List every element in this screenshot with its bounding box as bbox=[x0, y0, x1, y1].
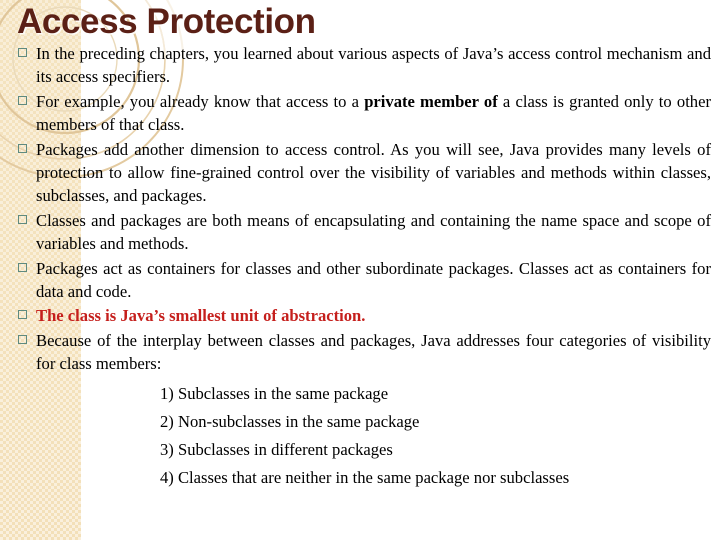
square-bullet-icon bbox=[18, 214, 27, 224]
square-bullet-icon bbox=[18, 48, 27, 57]
bullet-text: The class is Java’s smallest unit of abs… bbox=[36, 306, 366, 326]
list-item: Packages act as containers for classes a… bbox=[0, 257, 720, 304]
square-bullet-icon bbox=[18, 310, 27, 320]
square-bullet-icon bbox=[18, 334, 27, 344]
bullet-text: Packages add another dimension to access… bbox=[36, 139, 711, 206]
bullet-list: In the preceding chapters, you learned a… bbox=[0, 42, 720, 376]
list-item-highlighted: The class is Java’s smallest unit of abs… bbox=[0, 304, 720, 327]
bullet-text: For example, you already know that acces… bbox=[36, 91, 365, 111]
list-item: Classes and packages are both means of e… bbox=[0, 209, 720, 256]
numbered-list-item: 4) Classes that are neither in the same … bbox=[160, 467, 570, 487]
numbered-list: 1) Subclasses in the same package 2) Non… bbox=[0, 380, 720, 492]
bullet-text: Packages act as containers for classes a… bbox=[36, 258, 711, 302]
square-bullet-icon bbox=[18, 262, 27, 272]
list-item: In the preceding chapters, you learned a… bbox=[0, 42, 720, 89]
square-bullet-icon bbox=[18, 95, 27, 105]
slide-body: In the preceding chapters, you learned a… bbox=[0, 42, 720, 492]
bullet-text-bold: private member of bbox=[364, 91, 498, 111]
numbered-list-item: 2) Non-subclasses in the same package bbox=[160, 411, 420, 431]
numbered-list-item: 3) Subclasses in different packages bbox=[160, 439, 393, 459]
numbered-list-item: 1) Subclasses in the same package bbox=[160, 383, 389, 403]
list-item: For example, you already know that acces… bbox=[0, 90, 720, 137]
slide-canvas: Access Protection In the preceding chapt… bbox=[0, 0, 720, 540]
page-title: Access Protection bbox=[17, 2, 316, 41]
square-bullet-icon bbox=[18, 143, 27, 153]
bullet-text: In the preceding chapters, you learned a… bbox=[36, 44, 711, 87]
list-item: Packages add another dimension to access… bbox=[0, 138, 720, 208]
bullet-text: Because of the interplay between classes… bbox=[36, 330, 711, 374]
bullet-text: Classes and packages are both means of e… bbox=[36, 210, 711, 254]
list-item: Because of the interplay between classes… bbox=[0, 329, 720, 376]
